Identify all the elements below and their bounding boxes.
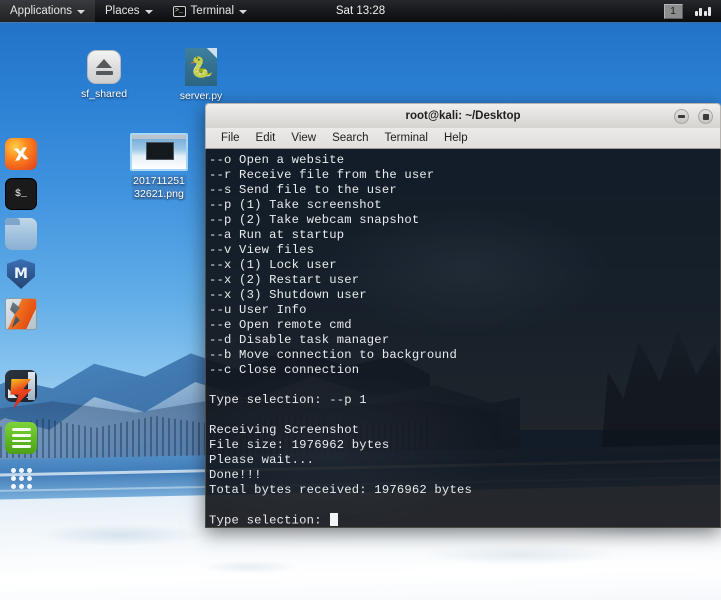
terminal-line: --e Open remote cmd <box>209 318 352 332</box>
terminal-output-area[interactable]: --o Open a website --r Receive file from … <box>205 149 721 528</box>
top-panel-right: 1 <box>663 0 716 23</box>
dock-item-notes[interactable] <box>5 422 37 454</box>
terminal-line: --d Disable task manager <box>209 333 390 347</box>
image-thumbnail-icon <box>130 133 188 171</box>
terminal-line: Type selection: --p 1 <box>209 393 367 407</box>
window-title: root@kali: ~/Desktop <box>405 110 521 122</box>
square-icon <box>702 113 709 120</box>
terminal-window: root@kali: ~/Desktop File Edit View Sear… <box>205 103 721 528</box>
terminal-line: --p (1) Take screenshot <box>209 198 382 212</box>
dock-item-firefox[interactable]: x <box>5 138 37 170</box>
desktop-icon-label-line2: 32621.png <box>132 187 186 200</box>
terminal-title-bar[interactable]: root@kali: ~/Desktop <box>205 103 721 128</box>
terminal-line: Total bytes received: 1976962 bytes <box>209 483 472 497</box>
python-file-icon: 🐍 <box>185 48 217 86</box>
terminal-window-menu-label: Terminal <box>190 5 235 17</box>
terminal-line: --x (1) Lock user <box>209 258 337 272</box>
terminal-line: Please wait... <box>209 453 315 467</box>
dock-item-metasploit[interactable]: M <box>5 258 37 290</box>
terminal-line: --b Move connection to background <box>209 348 457 362</box>
places-menu-label: Places <box>105 5 140 17</box>
dock-item-files[interactable] <box>5 218 37 250</box>
terminal-line: --u User Info <box>209 303 307 317</box>
show-applications-icon <box>10 467 32 489</box>
terminal-line: File size: 1976962 bytes <box>209 438 390 452</box>
menu-view[interactable]: View <box>284 130 323 146</box>
terminal-line: Done!!! <box>209 468 262 482</box>
menu-file[interactable]: File <box>214 130 247 146</box>
dock-item-armitage[interactable] <box>5 298 37 330</box>
places-menu[interactable]: Places <box>95 0 163 23</box>
desktop-icon-label-line1: 201711251 <box>131 175 187 188</box>
applications-menu[interactable]: Applications <box>0 0 96 23</box>
maximize-button[interactable] <box>698 109 713 124</box>
workspace-switcher-icon[interactable] <box>694 7 716 16</box>
terminal-menu-bar: File Edit View Search Terminal Help <box>205 128 721 149</box>
top-panel: Applications Places >_ Terminal Sat 13:2… <box>0 0 721 23</box>
favorites-dock: x $_ M <box>0 30 44 489</box>
terminal-icon: $_ <box>14 188 27 200</box>
menu-edit[interactable]: Edit <box>249 130 283 146</box>
terminal-cursor <box>330 513 338 526</box>
firefox-icon: x <box>12 140 30 167</box>
notes-icon <box>11 428 31 448</box>
terminal-line: --o Open a website <box>209 153 345 167</box>
desktop-icon-label: sf_shared <box>80 88 128 100</box>
terminal-line: --x (2) Restart user <box>209 273 360 287</box>
metasploit-shield-icon: M <box>7 259 35 289</box>
menu-help[interactable]: Help <box>437 130 475 146</box>
workspace-indicator[interactable]: 1 <box>663 4 683 19</box>
terminal-line: --r Receive file from the user <box>209 168 435 182</box>
minimize-button[interactable] <box>674 109 689 124</box>
menu-search[interactable]: Search <box>325 130 375 146</box>
dock-item-terminal[interactable]: $_ <box>5 178 37 210</box>
desktop-icon-server-py[interactable]: 🐍 server.py <box>155 48 247 103</box>
flame-icon <box>10 379 32 409</box>
terminal-line: --a Run at startup <box>209 228 345 242</box>
terminal-icon: >_ <box>172 5 186 17</box>
chevron-down-icon <box>77 10 86 14</box>
terminal-line: --x (3) Shutdown user <box>209 288 367 302</box>
show-applications-button[interactable] <box>5 462 37 494</box>
window-controls <box>674 104 713 129</box>
terminal-line: --s Send file to the user <box>209 183 397 197</box>
terminal-line: Type selection: <box>209 513 720 527</box>
terminal-line: --p (2) Take webcam snapshot <box>209 213 420 227</box>
terminal-line: --c Close connection <box>209 363 360 377</box>
terminal-window-menu[interactable]: >_ Terminal <box>163 0 257 23</box>
drive-eject-icon <box>87 50 121 84</box>
terminal-text: --o Open a website --r Receive file from … <box>209 153 720 527</box>
desktop-icon-sf-shared[interactable]: sf_shared <box>58 50 150 101</box>
chevron-down-icon <box>239 10 248 14</box>
terminal-line: Receiving Screenshot <box>209 423 360 437</box>
dock-item-beef[interactable] <box>5 378 37 410</box>
applications-menu-label: Applications <box>10 5 73 17</box>
desktop-icon-screenshot-png[interactable]: 201711251 32621.png <box>113 133 205 200</box>
terminal-line: --v View files <box>209 243 315 257</box>
desktop-icon-label: server.py <box>179 90 223 102</box>
chevron-down-icon <box>144 10 153 14</box>
menu-terminal[interactable]: Terminal <box>378 130 435 146</box>
minus-icon <box>678 115 685 118</box>
